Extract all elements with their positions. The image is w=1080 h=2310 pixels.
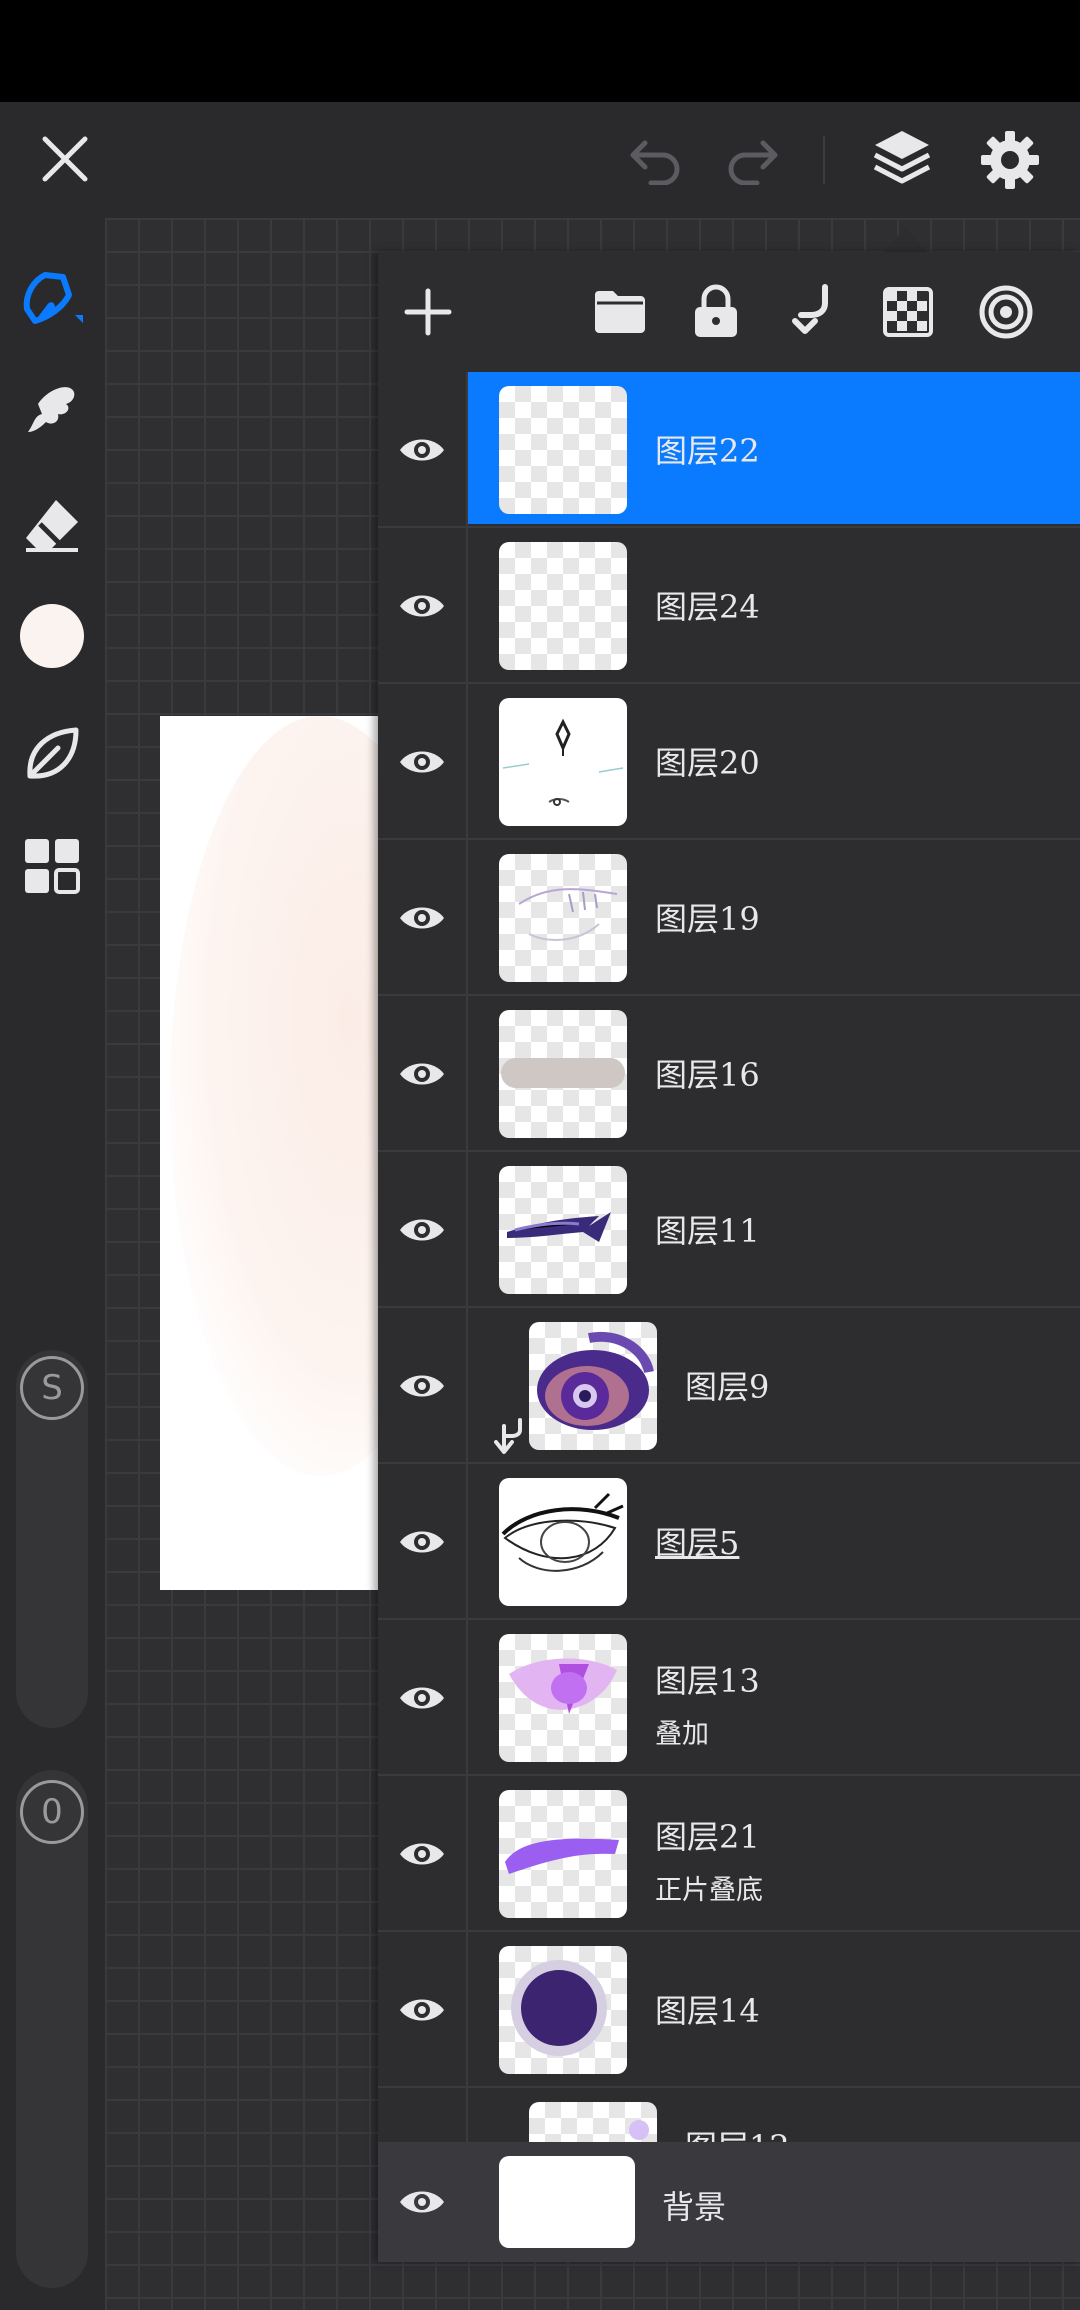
layer-row[interactable]: 图层19 xyxy=(378,840,1080,996)
eraser-icon[interactable] xyxy=(16,488,88,560)
layer-row[interactable]: 图层22 xyxy=(378,372,1080,528)
layer-name: 图层11 xyxy=(655,1212,760,1250)
eye-icon[interactable] xyxy=(398,590,446,622)
merge-down-icon[interactable] xyxy=(780,280,840,342)
leaf-icon[interactable] xyxy=(16,718,88,790)
layer-name: 图层5 xyxy=(655,1524,740,1562)
checker-icon[interactable] xyxy=(878,282,938,342)
artwork-skin-tone xyxy=(170,716,380,1476)
eye-icon[interactable] xyxy=(398,1526,446,1558)
top-bar xyxy=(0,102,1080,218)
redo-icon[interactable] xyxy=(718,128,788,192)
smudge-icon[interactable] xyxy=(16,372,88,444)
layer-name: 图层19 xyxy=(655,900,760,938)
eye-icon[interactable] xyxy=(398,746,446,778)
layer-thumbnail xyxy=(529,2102,657,2142)
artboard[interactable] xyxy=(160,716,380,1590)
layer-name: 图层24 xyxy=(655,588,760,626)
left-toolbar: S 0 xyxy=(0,218,105,2310)
background-layer-row[interactable]: 背景 xyxy=(378,2142,1080,2262)
layer-thumbnail xyxy=(499,386,627,514)
undo-icon[interactable] xyxy=(620,128,690,192)
add-icon[interactable] xyxy=(398,282,458,342)
target-icon[interactable] xyxy=(974,280,1038,344)
opacity-slider-knob[interactable]: 0 xyxy=(20,1780,84,1844)
layer-name: 图层9 xyxy=(685,1368,770,1406)
layer-row[interactable]: 图层24 xyxy=(378,528,1080,684)
layer-row[interactable]: 图层21 正片叠底 xyxy=(378,1776,1080,1932)
pen-icon[interactable] xyxy=(14,260,90,336)
layer-name: 图层16 xyxy=(655,1056,760,1094)
layer-thumbnail xyxy=(499,698,627,826)
eye-icon[interactable] xyxy=(398,1370,446,1402)
layer-thumbnail xyxy=(499,1790,627,1918)
layer-thumbnail xyxy=(499,1010,627,1138)
layer-row[interactable]: 图层11 xyxy=(378,1152,1080,1308)
close-icon[interactable] xyxy=(30,124,100,194)
layer-thumbnail xyxy=(499,854,627,982)
eye-icon[interactable] xyxy=(398,1994,446,2026)
layer-row[interactable]: 图层16 xyxy=(378,996,1080,1152)
opacity-label: 0 xyxy=(41,1792,63,1832)
panel-pointer xyxy=(883,228,927,252)
layer-thumbnail xyxy=(499,1478,627,1606)
gear-icon[interactable] xyxy=(972,122,1048,198)
blend-mode: 叠加 xyxy=(655,1719,709,1750)
layer-row[interactable]: 图层14 xyxy=(378,1932,1080,2088)
size-slider-knob[interactable]: S xyxy=(20,1356,84,1420)
layer-row[interactable]: 图层20 xyxy=(378,684,1080,840)
brush-size-slider[interactable]: S xyxy=(16,1350,88,1728)
layer-name: 图层21 xyxy=(655,1818,760,1856)
layer-panel: 图层22 图层24 图层20 图层19 图层16 图层11 图层9 图层5 图层… xyxy=(378,252,1080,2262)
eye-icon[interactable] xyxy=(398,902,446,934)
background-label: 背景 xyxy=(662,2188,727,2226)
layer-thumbnail xyxy=(499,542,627,670)
status-bar xyxy=(0,0,1080,102)
layer-thumbnail xyxy=(499,1166,627,1294)
layer-row[interactable]: 图层5 xyxy=(378,1464,1080,1620)
color-swatch[interactable] xyxy=(20,604,84,668)
layers-icon[interactable] xyxy=(866,122,938,194)
layer-thumbnail xyxy=(499,1946,627,2074)
eye-icon[interactable] xyxy=(398,1058,446,1090)
layer-name: 图层20 xyxy=(655,744,760,782)
layer-thumbnail xyxy=(529,1322,657,1450)
opacity-slider[interactable]: 0 xyxy=(16,1770,88,2288)
clipping-arrow-icon xyxy=(494,1418,522,1454)
layer-row[interactable]: 图层9 xyxy=(378,1308,1080,1464)
layer-name: 图层22 xyxy=(655,432,760,470)
eye-icon[interactable] xyxy=(398,1838,446,1870)
layer-row[interactable]: 图层13 叠加 xyxy=(378,1620,1080,1776)
folder-icon[interactable] xyxy=(590,282,650,342)
layer-row[interactable]: 图层12 xyxy=(378,2088,1080,2142)
eye-icon[interactable] xyxy=(398,1682,446,1714)
layer-name: 图层14 xyxy=(655,1992,760,2030)
size-label: S xyxy=(41,1368,63,1408)
layer-name: 图层12 xyxy=(685,2122,790,2142)
lock-icon[interactable] xyxy=(686,280,746,342)
background-thumbnail xyxy=(499,2156,635,2248)
eye-icon[interactable] xyxy=(398,2186,446,2222)
eye-icon[interactable] xyxy=(398,1214,446,1246)
layer-name: 图层13 xyxy=(655,1662,760,1700)
layer-thumbnail xyxy=(499,1634,627,1762)
topbar-divider xyxy=(823,136,825,184)
grid-icon[interactable] xyxy=(16,830,88,902)
layer-panel-toolbar xyxy=(378,252,1080,372)
blend-mode: 正片叠底 xyxy=(655,1875,763,1906)
eye-icon[interactable] xyxy=(398,434,446,466)
